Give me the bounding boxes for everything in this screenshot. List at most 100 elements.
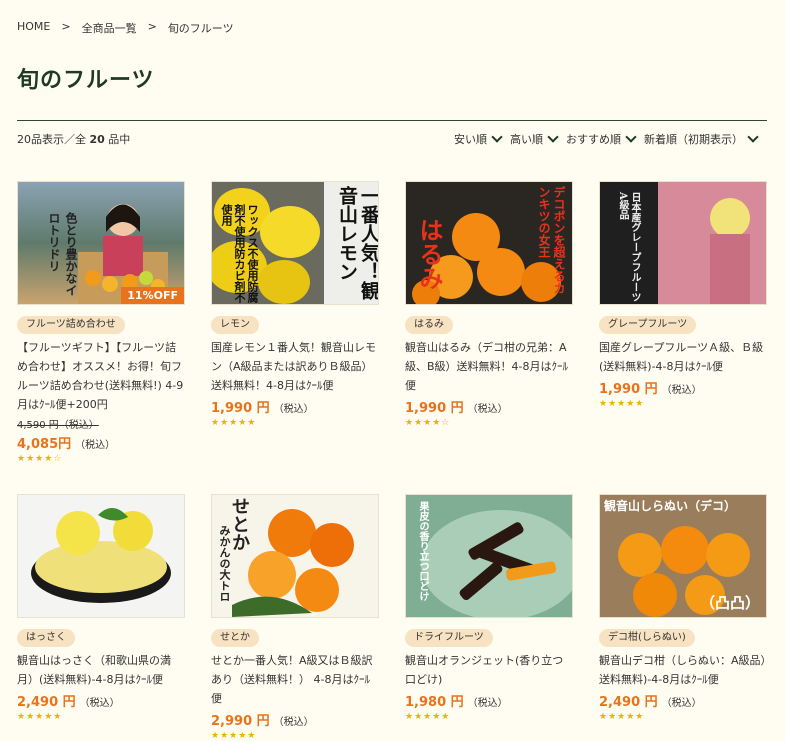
breadcrumb-all-products-link[interactable]: 全商品一覧	[82, 20, 137, 36]
fruit-gift-illustration	[78, 204, 168, 304]
product-name[interactable]: 国産レモン１番人気！観音山レモン（A級品または訳ありＢ級品）送料無料！4-8月は…	[211, 338, 379, 395]
product-card[interactable]: 観音山しらぬい（デコ） （凸凸） デコ柑(しらぬい) 観音山デコ柑（しらぬい：A…	[599, 494, 767, 722]
product-image[interactable]: はるみ デコポンを超えるカンキツの女王	[405, 181, 573, 305]
product-image[interactable]: 観音山しらぬい（デコ） （凸凸）	[599, 494, 767, 618]
product-name[interactable]: 観音山はっさく（和歌山県の満月）(送料無料)-4-8月はｸｰﾙ便	[17, 651, 185, 689]
category-tag[interactable]: グレープフルーツ	[599, 316, 697, 334]
chevron-down-icon	[547, 131, 559, 143]
title-divider	[17, 120, 767, 121]
chevron-down-icon	[625, 131, 637, 143]
product-price: 1,990 円（税込）	[211, 397, 379, 416]
price-value: 2,990 円	[211, 714, 270, 729]
price-value: 1,990 円	[405, 401, 464, 416]
star-rating: ★★★★★	[405, 712, 451, 722]
product-price: 2,490 円（税込）	[17, 691, 185, 710]
breadcrumb-home-link[interactable]: HOME	[17, 20, 50, 36]
image-caption: はるみ	[415, 218, 444, 290]
product-card[interactable]: 果皮の香り立つ口どけ ドライフルーツ 観音山オランジェット(香り立つ口どけ) 1…	[405, 494, 573, 722]
product-price: 1,980 円（税込）	[405, 691, 573, 710]
result-count-total: 20	[89, 133, 105, 146]
product-name[interactable]: 観音山デコ柑（しらぬい：A級品）送料無料)-4-8月はｸｰﾙ便	[599, 651, 767, 689]
result-count-suffix: 品中	[104, 133, 131, 146]
price-value: 2,490 円	[599, 695, 658, 710]
product-card[interactable]: 一番人気！観音山レモン ワックス不使用防腐剤不使用防カビ剤不使用 レモン 国産レ…	[211, 181, 379, 428]
product-image[interactable]	[17, 494, 185, 618]
product-card[interactable]: はるみ デコポンを超えるカンキツの女王 はるみ 観音山はるみ（デコ柑の兄弟：A級…	[405, 181, 573, 428]
image-caption: 果皮の香り立つ口どけ	[417, 501, 428, 601]
product-price: 1,990 円（税込）	[599, 378, 767, 397]
image-caption: 観音山しらぬい（デコ）	[604, 499, 737, 513]
product-card[interactable]: 日本産グレープフルーツA級品 グレープフルーツ 国産グレープフルーツＡ級、Ｂ級(…	[599, 181, 767, 409]
image-caption: 色とり豊かなイロトリドリ	[47, 212, 78, 296]
sort-label: 安い順	[454, 133, 487, 146]
product-name[interactable]: 国産グレープフルーツＡ級、Ｂ級(送料無料)-4-8月はｸｰﾙ便	[599, 338, 767, 376]
sort-label: 高い順	[510, 133, 543, 146]
star-rating: ★★★★★	[17, 712, 63, 722]
product-image[interactable]: せとか みかんの大トロ	[211, 494, 379, 618]
image-caption: 一番人気！観音山レモン	[336, 186, 379, 300]
star-rating: ★★★★★	[211, 418, 257, 428]
sort-options: 安い順 高い順 おすすめ順 新着順（初期表示）	[454, 131, 759, 147]
category-tag[interactable]: デコ柑(しらぬい)	[599, 629, 695, 647]
category-tag[interactable]: フルーツ詰め合わせ	[17, 316, 125, 334]
price-value: 1,990 円	[211, 401, 270, 416]
category-tag[interactable]: はるみ	[405, 316, 453, 334]
sort-newest[interactable]: 新着順（初期表示）	[644, 131, 759, 147]
star-rating: ★★★★☆	[17, 454, 63, 464]
product-price: 2,490 円（税込）	[599, 691, 767, 710]
tax-label: （税込）	[273, 717, 314, 728]
tax-label: （税込）	[79, 698, 120, 709]
sort-label: おすすめ順	[566, 133, 621, 146]
star-rating: ★★★★★	[599, 712, 645, 722]
result-count: 20品表示／全 20 品中	[17, 131, 130, 147]
price-value: 1,990 円	[599, 382, 658, 397]
discount-badge: 11%OFF	[121, 287, 184, 304]
product-name[interactable]: 観音山オランジェット(香り立つ口どけ)	[405, 651, 573, 689]
product-price: 2,990 円（税込）	[211, 710, 379, 729]
breadcrumb-separator: >	[61, 20, 71, 33]
category-tag[interactable]: はっさく	[17, 629, 75, 647]
tax-label: （税込）	[273, 404, 314, 415]
page: HOME > 全商品一覧 > 旬のフルーツ 旬のフルーツ 20品表示／全 20 …	[0, 0, 785, 741]
breadcrumb-current: 旬のフルーツ	[167, 22, 234, 35]
sort-label: 新着順（初期表示）	[644, 133, 743, 146]
product-image[interactable]: 一番人気！観音山レモン ワックス不使用防腐剤不使用防カビ剤不使用	[211, 181, 379, 305]
product-name[interactable]: せとか一番人気！A級又はＢ級訳あり（送料無料！） 4-8月はｸｰﾙ便	[211, 651, 379, 708]
page-title: 旬のフルーツ	[17, 68, 155, 93]
image-subcaption: デコポンを超えるカンキツの女王	[537, 186, 566, 294]
product-name[interactable]: 観音山はるみ（デコ柑の兄弟：A級、B級）送料無料！4-8月はｸｰﾙ便	[405, 338, 573, 395]
breadcrumb: HOME > 全商品一覧 > 旬のフルーツ	[17, 20, 234, 36]
product-image[interactable]: 果皮の香り立つ口どけ	[405, 494, 573, 618]
hassaku-illustration	[31, 507, 171, 603]
star-rating: ★★★★★	[211, 731, 257, 741]
tax-label: （税込）	[467, 404, 508, 415]
chevron-down-icon	[747, 131, 759, 143]
image-subcaption: （凸凸）	[699, 594, 760, 612]
price-value: 1,980 円	[405, 695, 464, 710]
price-value: 2,490 円	[17, 695, 76, 710]
tax-label: （税込）	[661, 698, 702, 709]
sort-recommended[interactable]: おすすめ順	[566, 131, 637, 147]
sort-expensive[interactable]: 高い順	[510, 131, 559, 147]
product-price: 1,990 円（税込）	[405, 397, 573, 416]
product-name[interactable]: 【フルーツギフト】【フルーツ詰め合わせ】オススメ！お得！旬フルーツ詰め合わせ(送…	[17, 338, 185, 414]
result-count-prefix: 20品表示／全	[17, 133, 90, 146]
price-value: 4,085円	[17, 437, 72, 452]
category-tag[interactable]: せとか	[211, 629, 259, 647]
product-card[interactable]: せとか みかんの大トロ せとか せとか一番人気！A級又はＢ級訳あり（送料無料！）…	[211, 494, 379, 741]
product-image[interactable]: 日本産グレープフルーツA級品	[599, 181, 767, 305]
sort-cheapest[interactable]: 安い順	[454, 131, 503, 147]
product-card[interactable]: はっさく 観音山はっさく（和歌山県の満月）(送料無料)-4-8月はｸｰﾙ便 2,…	[17, 494, 185, 722]
tax-label: （税込）	[467, 698, 508, 709]
image-subcaption: みかんの大トロ	[218, 525, 231, 602]
orangette-illustration	[421, 510, 572, 617]
product-image[interactable]: 色とり豊かなイロトリドリ 11%OFF	[17, 181, 185, 305]
image-subcaption: ワックス不使用防腐剤不使用防カビ剤不使用	[220, 204, 259, 303]
product-price: 4,085円 （税込）	[17, 433, 185, 452]
category-tag[interactable]: ドライフルーツ	[405, 629, 493, 647]
image-caption: 日本産グレープフルーツA級品	[617, 192, 640, 302]
tax-label: （税込）	[75, 440, 116, 451]
category-tag[interactable]: レモン	[211, 316, 259, 334]
original-price: 4,590 円（税込）	[17, 420, 99, 431]
product-card[interactable]: 色とり豊かなイロトリドリ 11%OFF フルーツ詰め合わせ 【フルーツギフト】【…	[17, 181, 185, 464]
